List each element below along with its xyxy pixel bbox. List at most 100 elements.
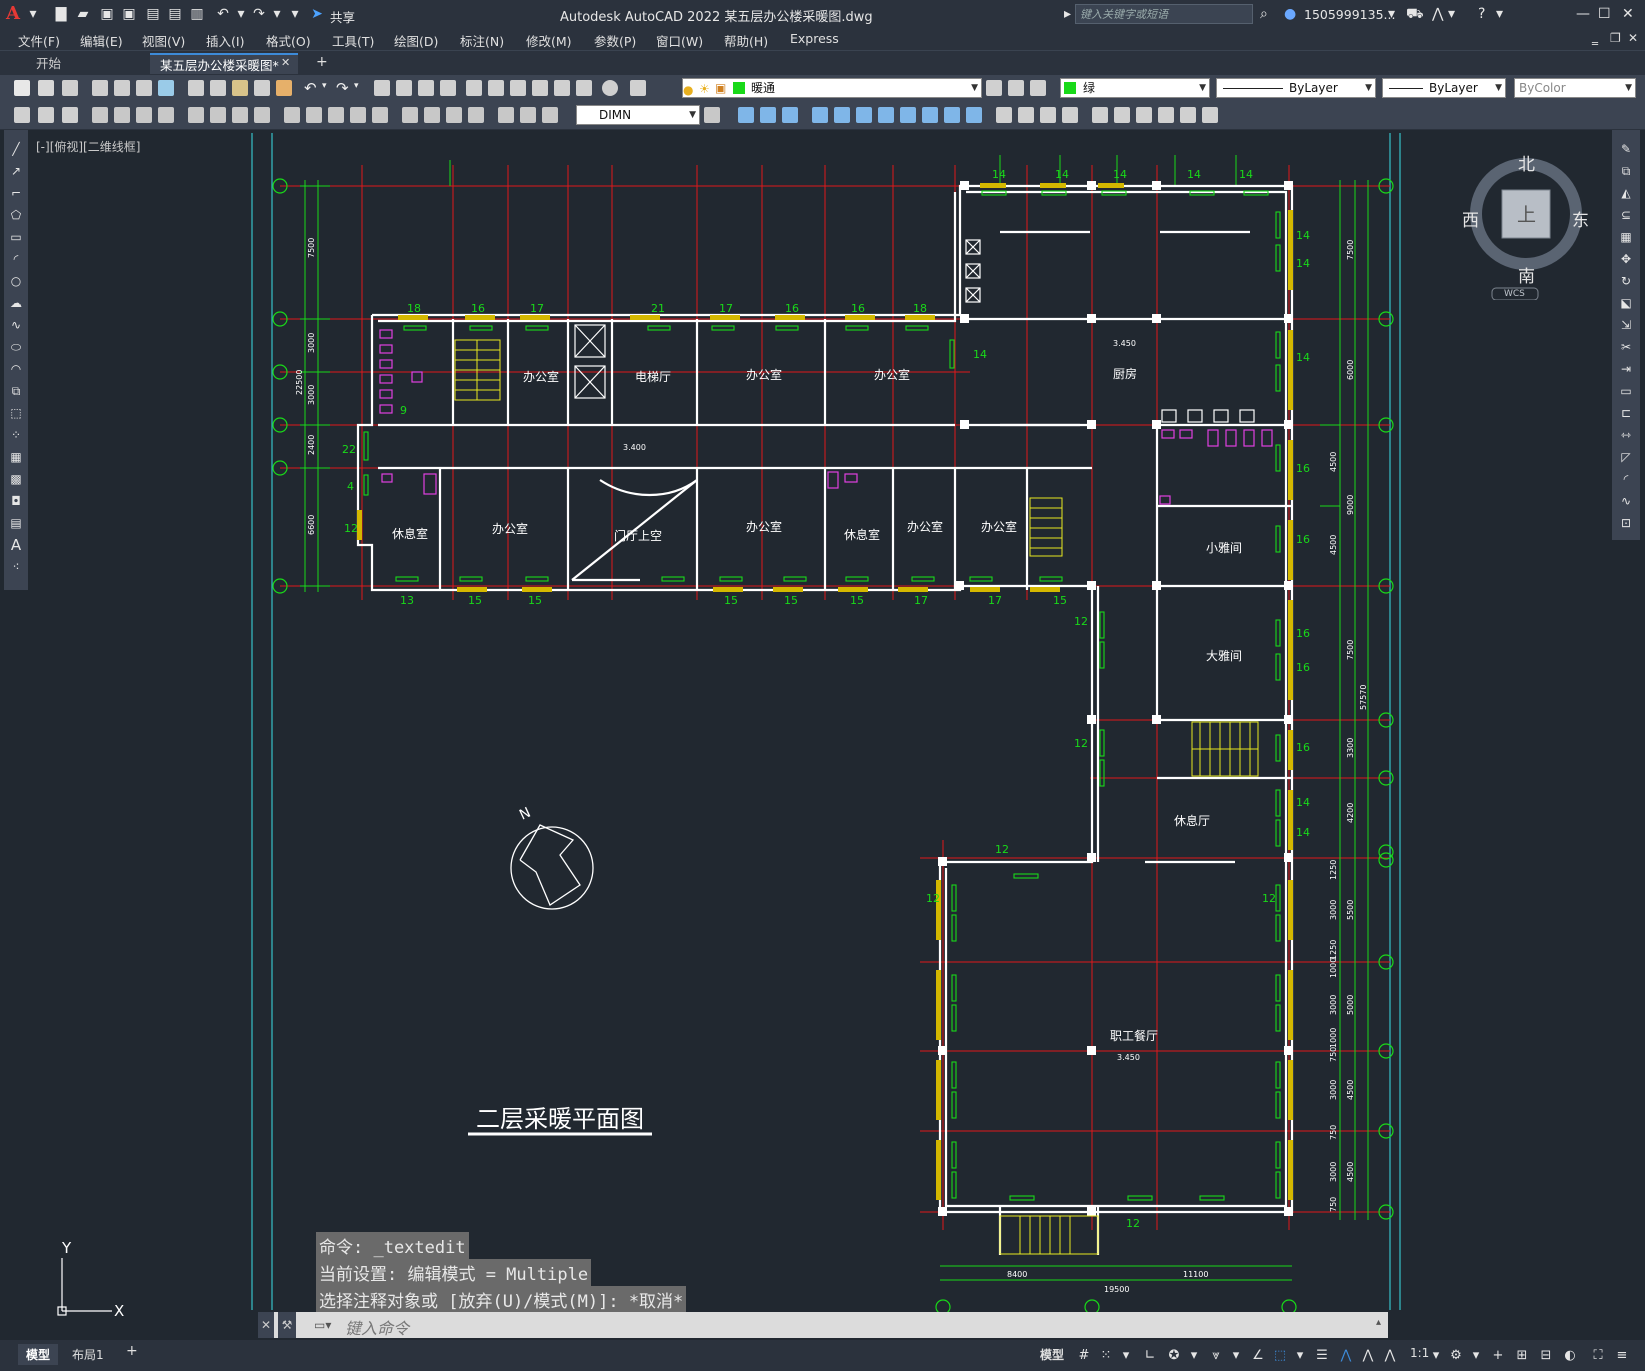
viewcube[interactable]: 北 南 东 西 上 WCS bbox=[1462, 150, 1592, 301]
cart-icon[interactable]: ⛟ bbox=[1406, 5, 1424, 23]
app-menu-arrow-icon[interactable]: ▾ bbox=[24, 5, 42, 23]
break-point-icon[interactable]: ▭ bbox=[1618, 384, 1634, 398]
aligned-dim-icon[interactable] bbox=[114, 107, 130, 123]
layer-properties-icon[interactable] bbox=[630, 80, 646, 96]
isolate-objects-icon[interactable]: ◐ bbox=[1562, 1348, 1578, 1364]
brush-icon[interactable] bbox=[276, 80, 292, 96]
separate-icon[interactable] bbox=[1040, 107, 1056, 123]
make-current-layer-icon[interactable] bbox=[986, 80, 1002, 96]
wcs-menu[interactable]: WCS bbox=[1504, 289, 1525, 299]
clean-screen-icon[interactable]: ⛶ bbox=[1590, 1348, 1606, 1364]
undo-dropdown-icon[interactable]: ▾ bbox=[232, 5, 250, 23]
user-name[interactable]: 1505999135... bbox=[1304, 7, 1395, 22]
annotation-scale-value[interactable]: 1:1 bbox=[1410, 1346, 1429, 1360]
open-web-icon[interactable]: ▤ bbox=[144, 5, 162, 23]
tolerance-icon[interactable] bbox=[402, 107, 418, 123]
viewcube-top-face[interactable]: 上 bbox=[1517, 200, 1536, 227]
match-properties-icon[interactable] bbox=[254, 80, 270, 96]
union-icon[interactable] bbox=[738, 107, 754, 123]
save-icon[interactable]: ▣ bbox=[98, 5, 116, 23]
open-icon[interactable] bbox=[38, 80, 54, 96]
plotstyle-dropdown[interactable]: ByColor ▼ bbox=[1514, 78, 1636, 98]
qnew-icon[interactable] bbox=[14, 80, 30, 96]
inspection-icon[interactable] bbox=[446, 107, 462, 123]
rectangle-icon[interactable]: ▭ bbox=[8, 230, 24, 244]
gradient-icon[interactable]: ▩ bbox=[8, 472, 24, 486]
snap-dropdown-icon[interactable]: ▾ bbox=[1118, 1348, 1134, 1364]
minimize-icon[interactable]: — bbox=[1576, 5, 1590, 23]
region-icon[interactable]: ◘ bbox=[8, 494, 24, 508]
object-snap-icon[interactable]: ⬚ bbox=[1272, 1348, 1288, 1364]
circle-icon[interactable]: ○ bbox=[8, 274, 24, 288]
workspace-gear-icon[interactable]: ⚙ bbox=[1448, 1348, 1464, 1364]
array-icon[interactable]: ▦ bbox=[1618, 230, 1634, 244]
add-selected-icon[interactable]: ⁖ bbox=[8, 560, 24, 574]
menu-window[interactable]: 窗口(W) bbox=[656, 31, 703, 50]
zoom-realtime-icon[interactable] bbox=[396, 80, 412, 96]
annotation-monitor-icon[interactable]: + bbox=[1490, 1348, 1506, 1364]
annotation-scale-icon[interactable]: ⋀ bbox=[1382, 1348, 1398, 1364]
taper-faces-icon[interactable] bbox=[922, 107, 938, 123]
user-dropdown-icon[interactable]: ▾ bbox=[1388, 5, 1395, 23]
auto-scale-icon[interactable]: ⋀ bbox=[1360, 1348, 1376, 1364]
delete-faces-icon[interactable] bbox=[878, 107, 894, 123]
grid-icon[interactable]: # bbox=[1076, 1348, 1092, 1364]
add-layout-button[interactable]: + bbox=[126, 1343, 138, 1359]
angular-dim-icon[interactable] bbox=[254, 107, 270, 123]
make-block-icon[interactable]: ⬚ bbox=[8, 406, 24, 420]
scale-dropdown-icon[interactable]: ▾ bbox=[1428, 1348, 1444, 1364]
help-icon[interactable]: ? bbox=[1478, 5, 1485, 23]
properties-icon[interactable] bbox=[466, 80, 482, 96]
help-search-input[interactable]: 键入关键字或短语 bbox=[1075, 4, 1253, 24]
lineweight-dropdown[interactable]: ByLayer ▼ bbox=[1382, 78, 1506, 98]
ellipse-arc-icon[interactable]: ◠ bbox=[8, 362, 24, 376]
isodraft-icon[interactable]: ⩔ bbox=[1208, 1348, 1224, 1364]
units-icon[interactable]: ⊞ bbox=[1514, 1348, 1530, 1364]
chamfer-icon[interactable]: ◸ bbox=[1618, 450, 1634, 464]
radius-dim-icon[interactable] bbox=[188, 107, 204, 123]
pan-icon[interactable] bbox=[374, 80, 390, 96]
linetype-dropdown[interactable]: ByLayer ▼ bbox=[1216, 78, 1376, 98]
solid-edit-a-icon[interactable] bbox=[1114, 107, 1130, 123]
tab-close-icon[interactable]: ✕ bbox=[281, 56, 290, 69]
user-icon[interactable]: ● bbox=[1284, 5, 1296, 23]
color-dropdown[interactable]: 绿 ▼ bbox=[1060, 78, 1210, 98]
polyline-icon[interactable]: ⌐ bbox=[8, 186, 24, 200]
toolbar-undo-dropdown-icon[interactable]: ▾ bbox=[322, 81, 327, 91]
model-layout-tab[interactable]: 模型 bbox=[18, 1344, 59, 1365]
copy-icon[interactable] bbox=[210, 80, 226, 96]
layer-state-icon[interactable] bbox=[1030, 80, 1046, 96]
command-prompt-icon[interactable]: ▭▾ bbox=[314, 1318, 331, 1332]
move-faces-icon[interactable] bbox=[834, 107, 850, 123]
join-icon[interactable]: ⇿ bbox=[1618, 428, 1634, 442]
dim-update-icon[interactable] bbox=[542, 107, 558, 123]
spline-icon[interactable]: ∿ bbox=[8, 318, 24, 332]
offset-icon[interactable]: ⊆ bbox=[1618, 208, 1634, 222]
object-snap-dropdown-icon[interactable]: ▾ bbox=[1292, 1348, 1308, 1364]
menu-format[interactable]: 格式(O) bbox=[266, 31, 311, 50]
new-tab-button[interactable]: + bbox=[316, 54, 328, 70]
plot-icon-2[interactable] bbox=[92, 80, 108, 96]
layer-dropdown[interactable]: ● ☀ ▣ 暖通 ▼ bbox=[682, 78, 982, 98]
point-icon[interactable]: ⁘ bbox=[8, 428, 24, 442]
polar-dropdown-icon[interactable]: ▾ bbox=[1186, 1348, 1202, 1364]
object-snap-tracking-icon[interactable]: ∠ bbox=[1250, 1348, 1266, 1364]
viewcube-west[interactable]: 西 bbox=[1462, 206, 1479, 231]
zoom-previous-icon[interactable] bbox=[440, 80, 456, 96]
markup-icon[interactable] bbox=[554, 80, 570, 96]
doc-minimize-icon[interactable]: ‗ bbox=[1592, 31, 1598, 45]
toolbar-undo-icon[interactable]: ↶ bbox=[304, 79, 317, 97]
shell-icon[interactable] bbox=[1062, 107, 1078, 123]
customization-menu-icon[interactable]: ≡ bbox=[1614, 1348, 1630, 1364]
model-space-button[interactable]: 模型 bbox=[1040, 1346, 1064, 1363]
maximize-icon[interactable]: ☐ bbox=[1598, 5, 1611, 23]
web-icon[interactable] bbox=[158, 80, 174, 96]
menu-tools[interactable]: 工具(T) bbox=[332, 31, 374, 50]
solid-edit-e-icon[interactable] bbox=[1202, 107, 1218, 123]
sheet-set-icon[interactable] bbox=[532, 80, 548, 96]
solid-edit-d-icon[interactable] bbox=[1180, 107, 1196, 123]
jogged-linear-icon[interactable] bbox=[468, 107, 484, 123]
tool-b-icon[interactable] bbox=[38, 107, 54, 123]
extrude-faces-icon[interactable] bbox=[812, 107, 828, 123]
autocad-logo[interactable]: A bbox=[6, 3, 24, 24]
